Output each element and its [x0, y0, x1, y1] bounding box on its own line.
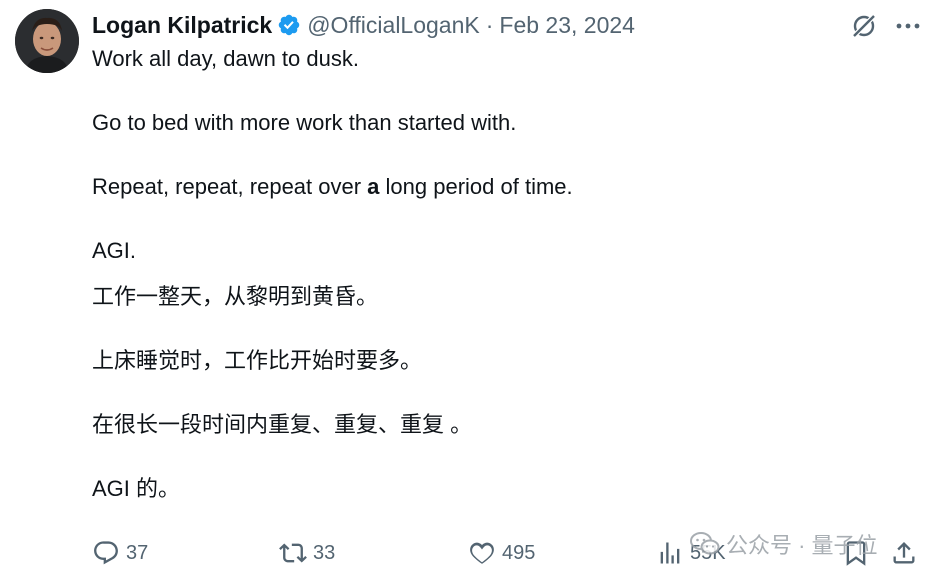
- reply-icon: [94, 541, 118, 565]
- like-button[interactable]: 495: [468, 534, 535, 572]
- wechat-icon: [690, 532, 720, 555]
- more-icon[interactable]: [893, 11, 923, 41]
- tweet-header: Logan Kilpatrick @OfficialLoganK · Feb 2…: [92, 8, 635, 42]
- author-name[interactable]: Logan Kilpatrick: [92, 12, 272, 39]
- tweet-line-1: Work all day, dawn to dusk.: [92, 46, 359, 71]
- avatar[interactable]: [15, 9, 79, 73]
- tweet-zh-line-1: 工作一整天，从黎明到黄昏。: [92, 284, 379, 309]
- tweet-date[interactable]: Feb 23, 2024: [499, 12, 635, 39]
- share-button[interactable]: [890, 534, 924, 572]
- repost-icon: [279, 543, 307, 563]
- tweet-line-3-bold: a: [367, 174, 380, 199]
- repost-button[interactable]: 33: [279, 534, 335, 572]
- tweet-line-3-after: long period of time.: [379, 174, 573, 199]
- tweet-line-3: Repeat, repeat, repeat over a long perio…: [92, 171, 912, 203]
- watermark-text: 公众号 · 量子位: [726, 533, 878, 558]
- views-icon: [660, 542, 680, 564]
- repost-count: 33: [313, 541, 336, 564]
- share-icon: [893, 542, 915, 564]
- like-icon: [470, 542, 494, 564]
- tweet-zh-line-3: 在很长一段时间内重复、重复、重复 。: [92, 412, 473, 437]
- tweet-line-4: AGI.: [92, 238, 137, 263]
- author-handle[interactable]: @OfficialLoganK: [307, 12, 480, 39]
- tweet-line-2: Go to bed with more work than started wi…: [92, 110, 517, 135]
- avatar-image: [15, 9, 79, 73]
- tweet-zh-line-2: 上床睡觉时，工作比开始时要多。: [92, 348, 423, 373]
- watermark: 公众号 · 量子位: [690, 528, 878, 560]
- grok-icon[interactable]: [849, 11, 879, 41]
- reply-count: 37: [126, 541, 149, 564]
- tweet-zh-line-4: AGI 的。: [92, 476, 181, 501]
- tweet-line-3-before: Repeat, repeat, repeat over: [92, 174, 368, 199]
- reply-button[interactable]: 37: [92, 534, 148, 572]
- verified-badge-icon: [278, 14, 300, 36]
- like-count: 495: [502, 541, 536, 564]
- tweet-body: Work all day, dawn to dusk. Go to bed wi…: [92, 43, 912, 505]
- separator-dot: ·: [485, 11, 494, 38]
